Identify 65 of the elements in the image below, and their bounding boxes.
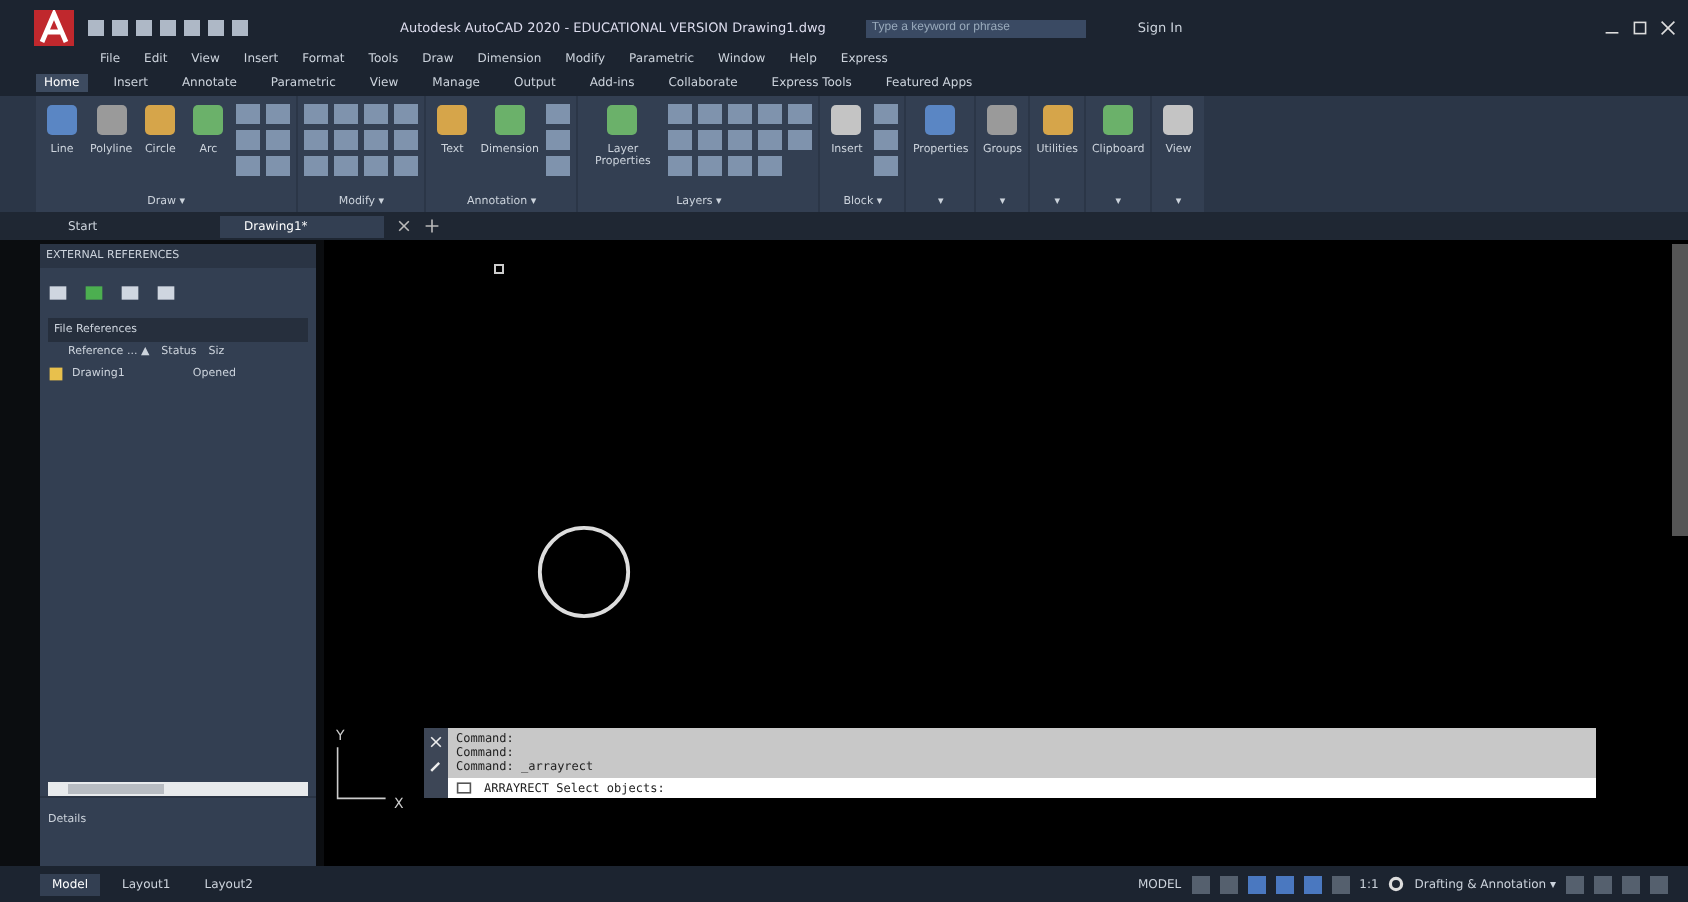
app-logo-icon[interactable] <box>32 10 76 46</box>
tool-icon[interactable] <box>668 104 693 124</box>
tool-icon[interactable] <box>546 156 571 176</box>
tool-icon[interactable] <box>758 104 783 124</box>
tool-icon[interactable] <box>874 156 899 176</box>
tool-icon[interactable] <box>266 104 291 124</box>
tool-icon[interactable] <box>236 130 261 150</box>
tool-icon[interactable] <box>334 130 359 150</box>
tool-icon[interactable] <box>546 130 571 150</box>
tool-icon <box>140 100 181 140</box>
tool-icon <box>1037 100 1078 140</box>
tool-icon[interactable] <box>546 104 571 124</box>
drawing-file-icon <box>48 366 64 382</box>
tool-icon <box>982 100 1023 140</box>
close-icon[interactable] <box>396 218 412 234</box>
tool-icon[interactable] <box>364 130 389 150</box>
tool-icon <box>91 100 132 140</box>
tool-icon[interactable] <box>364 104 389 124</box>
tool-icon[interactable] <box>394 104 419 124</box>
tool-icon[interactable] <box>668 156 693 176</box>
close-icon[interactable] <box>1660 20 1676 36</box>
maximize-icon[interactable] <box>1632 20 1648 36</box>
tool-icon[interactable] <box>698 104 723 124</box>
tool-icon[interactable] <box>334 104 359 124</box>
tool-icon <box>188 100 229 140</box>
tool-icon[interactable] <box>304 104 329 124</box>
tool-icon[interactable] <box>874 130 899 150</box>
tool-icon[interactable] <box>668 130 693 150</box>
tool-icon[interactable] <box>698 156 723 176</box>
tool-icon[interactable] <box>334 156 359 176</box>
tool-icon[interactable] <box>304 130 329 150</box>
gear-icon[interactable] <box>1388 876 1405 892</box>
tool-icon[interactable] <box>266 156 291 176</box>
tool-icon[interactable] <box>236 156 261 176</box>
tool-icon <box>826 100 867 140</box>
scroll-thumb[interactable] <box>68 784 164 794</box>
plus-icon[interactable] <box>424 218 440 234</box>
tool-icon <box>1158 100 1199 140</box>
tool-icon[interactable] <box>728 130 753 150</box>
cursor-mark <box>494 264 504 274</box>
wrench-icon[interactable] <box>428 758 444 774</box>
tool-icon <box>920 100 961 140</box>
tool-icon <box>602 100 643 140</box>
tool-icon[interactable] <box>364 156 389 176</box>
tool-icon[interactable] <box>728 156 753 176</box>
prompt-icon <box>456 780 472 796</box>
tool-icon <box>42 100 82 140</box>
tool-icon[interactable] <box>788 130 813 150</box>
tool-icon[interactable] <box>874 104 899 124</box>
scrollbar[interactable] <box>48 782 308 796</box>
tool-icon <box>1098 100 1139 140</box>
tool-icon[interactable] <box>698 130 723 150</box>
tool-icon[interactable] <box>394 156 419 176</box>
tool-icon[interactable] <box>394 130 419 150</box>
scrollbar[interactable] <box>1672 244 1688 536</box>
tool-icon[interactable] <box>728 104 753 124</box>
tool-icon[interactable] <box>788 104 813 124</box>
tool-icon <box>432 100 473 140</box>
circle-drawing[interactable] <box>536 524 632 620</box>
tool-icon[interactable] <box>236 104 261 124</box>
tool-icon[interactable] <box>304 156 329 176</box>
tool-icon[interactable] <box>758 130 783 150</box>
tool-icon[interactable] <box>758 156 783 176</box>
tool-icon <box>489 100 530 140</box>
tool-icon[interactable] <box>266 130 291 150</box>
